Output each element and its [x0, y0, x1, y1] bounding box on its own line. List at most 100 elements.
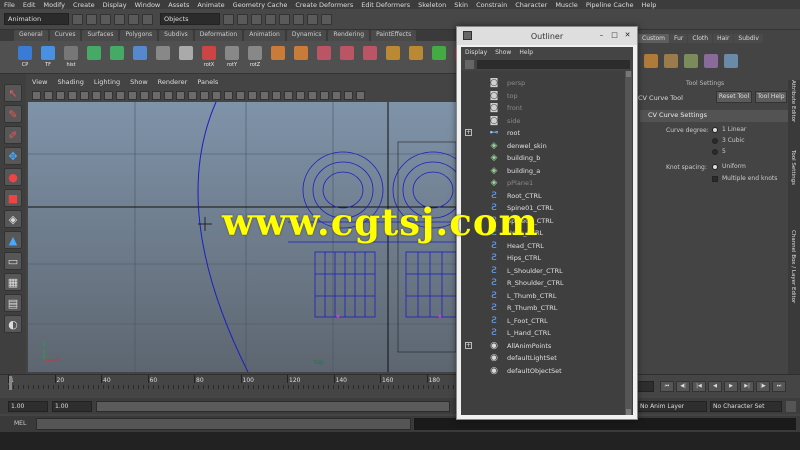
fur-comb-icon[interactable]	[684, 54, 698, 68]
maximize-icon[interactable]: □	[609, 30, 620, 40]
render-icon[interactable]	[293, 13, 304, 25]
time-slider[interactable]: 120406080100120140160180 ⏮ ◀| |◀ ◀ ▶ ▶| …	[0, 374, 800, 398]
shelf-button[interactable]	[384, 46, 402, 68]
outliner-item[interactable]: + ⊷ root	[461, 127, 625, 139]
go-to-end-icon[interactable]: ⏭	[772, 381, 786, 392]
outliner-item[interactable]: Ƨ L_Thumb_CTRL	[461, 290, 625, 302]
shelf-button[interactable]	[108, 46, 126, 68]
lasso-tool-icon[interactable]: ✎	[4, 105, 22, 123]
menu-edit[interactable]: Edit	[23, 1, 36, 9]
scale-tool-icon[interactable]: ■	[4, 189, 22, 207]
menu-window[interactable]: Window	[135, 1, 161, 9]
command-input[interactable]	[36, 418, 411, 430]
render-settings-icon[interactable]	[321, 13, 332, 25]
shelf-button[interactable]	[292, 46, 310, 68]
shelf-button[interactable]	[131, 46, 149, 68]
manipulator-icon[interactable]: ◈	[4, 210, 22, 228]
expand-icon[interactable]: +	[465, 129, 472, 136]
degree-option[interactable]: 5	[712, 148, 782, 158]
shelf-button[interactable]	[338, 46, 356, 68]
current-time-field[interactable]	[636, 381, 654, 392]
panel-menu-renderer[interactable]: Renderer	[158, 78, 188, 88]
shelf-button[interactable]	[361, 46, 379, 68]
panel-tool-icon[interactable]	[320, 90, 329, 100]
scroll-up-icon[interactable]	[626, 71, 631, 77]
menu-geometry-cache[interactable]: Geometry Cache	[233, 1, 288, 9]
panel-tool-icon[interactable]	[140, 90, 149, 100]
degree-option[interactable]: 3 Cubic	[712, 137, 782, 147]
shelf-button[interactable]: rotY	[223, 46, 241, 68]
right-shelf-tab-subdiv[interactable]: Subdiv	[734, 34, 763, 43]
panel-tool-icon[interactable]	[272, 90, 281, 100]
open-scene-icon[interactable]	[86, 13, 97, 25]
panel-tool-icon[interactable]	[212, 90, 221, 100]
step-forward-key-icon[interactable]: ▶|	[740, 381, 754, 392]
playback-start-field[interactable]: 1.00	[52, 401, 92, 412]
panel-tool-icon[interactable]	[200, 90, 209, 100]
fur-icon[interactable]	[644, 54, 658, 68]
outliner-item[interactable]: ◈ building_b	[461, 152, 625, 164]
right-shelf-tab-hair[interactable]: Hair	[713, 34, 734, 43]
menu-edit-deformers[interactable]: Edit Deformers	[361, 1, 410, 9]
shelf-tab-deformation[interactable]: Deformation	[194, 30, 243, 41]
menu-help[interactable]: Help	[642, 1, 657, 9]
panel-tool-icon[interactable]	[356, 90, 365, 100]
panel-tool-icon[interactable]	[296, 90, 305, 100]
panel-tool-icon[interactable]	[128, 90, 137, 100]
shelf-tab-dynamics[interactable]: Dynamics	[286, 30, 327, 41]
side-tab[interactable]: Attribute Editor	[790, 80, 796, 122]
select-tool-icon[interactable]: ↖	[4, 84, 22, 102]
mode-selector[interactable]: Animation	[4, 13, 69, 25]
layout-four-icon[interactable]: ▦	[4, 273, 22, 291]
knot-option[interactable]: Uniform	[712, 163, 788, 173]
shelf-button[interactable]	[154, 46, 172, 68]
outliner-item[interactable]: ◙ front	[461, 102, 625, 114]
shelf-button[interactable]: hist	[62, 46, 80, 68]
outliner-menu-help[interactable]: Help	[519, 49, 533, 56]
fur-paint-icon[interactable]	[664, 54, 678, 68]
menu-create[interactable]: Create	[73, 1, 95, 9]
degree-option[interactable]: 1 Linear	[712, 126, 782, 136]
outliner-item[interactable]: Ƨ L_Hand_CTRL	[461, 327, 625, 339]
panel-tool-icon[interactable]	[308, 90, 317, 100]
shelf-tab-surfaces[interactable]: Surfaces	[82, 30, 119, 41]
shelf-tab-subdivs[interactable]: Subdivs	[159, 30, 193, 41]
start-time-field[interactable]: 1.00	[8, 401, 48, 412]
outliner-item[interactable]: ◈ building_a	[461, 165, 625, 177]
right-shelf-tab-fur[interactable]: Fur	[670, 34, 688, 43]
panel-tool-icon[interactable]	[104, 90, 113, 100]
menu-constrain[interactable]: Constrain	[476, 1, 507, 9]
panel-tool-icon[interactable]	[224, 90, 233, 100]
panel-tool-icon[interactable]	[188, 90, 197, 100]
shelf-button[interactable]	[430, 46, 448, 68]
panel-tool-icon[interactable]	[260, 90, 269, 100]
snap-point-icon[interactable]	[251, 13, 262, 25]
outliner-menu-show[interactable]: Show	[495, 49, 511, 56]
menu-animate[interactable]: Animate	[197, 1, 224, 9]
panel-tool-icon[interactable]	[44, 90, 53, 100]
outliner-item[interactable]: Ƨ R_Thumb_CTRL	[461, 302, 625, 314]
shelf-tab-polygons[interactable]: Polygons	[120, 30, 158, 41]
menu-display[interactable]: Display	[103, 1, 127, 9]
panel-tool-icon[interactable]	[32, 90, 41, 100]
knot-option[interactable]: Multiple end knots	[712, 175, 788, 185]
panel-tool-icon[interactable]	[284, 90, 293, 100]
outliner-item[interactable]: Ƨ L_Shoulder_CTRL	[461, 265, 625, 277]
panel-tool-icon[interactable]	[236, 90, 245, 100]
panel-tool-icon[interactable]	[56, 90, 65, 100]
character-set-field[interactable]: No Character Set	[710, 401, 782, 412]
outliner-item[interactable]: ◉ defaultObjectSet	[461, 365, 625, 377]
anim-layer-field[interactable]: No Anim Layer	[637, 401, 707, 412]
menu-assets[interactable]: Assets	[168, 1, 189, 9]
shelf-button[interactable]	[407, 46, 425, 68]
outliner-item[interactable]: ◙ persp	[461, 77, 625, 89]
shelf-button[interactable]	[177, 46, 195, 68]
snap-plane-icon[interactable]	[265, 13, 276, 25]
close-icon[interactable]: ✕	[622, 30, 633, 40]
rotate-tool-icon[interactable]: ●	[4, 168, 22, 186]
fur-attr-icon[interactable]	[704, 54, 718, 68]
filter-icon[interactable]	[465, 60, 474, 69]
shelf-tab-curves[interactable]: Curves	[49, 30, 81, 41]
outliner-menu-display[interactable]: Display	[465, 49, 487, 56]
shelf-button[interactable]: CP	[16, 46, 34, 68]
